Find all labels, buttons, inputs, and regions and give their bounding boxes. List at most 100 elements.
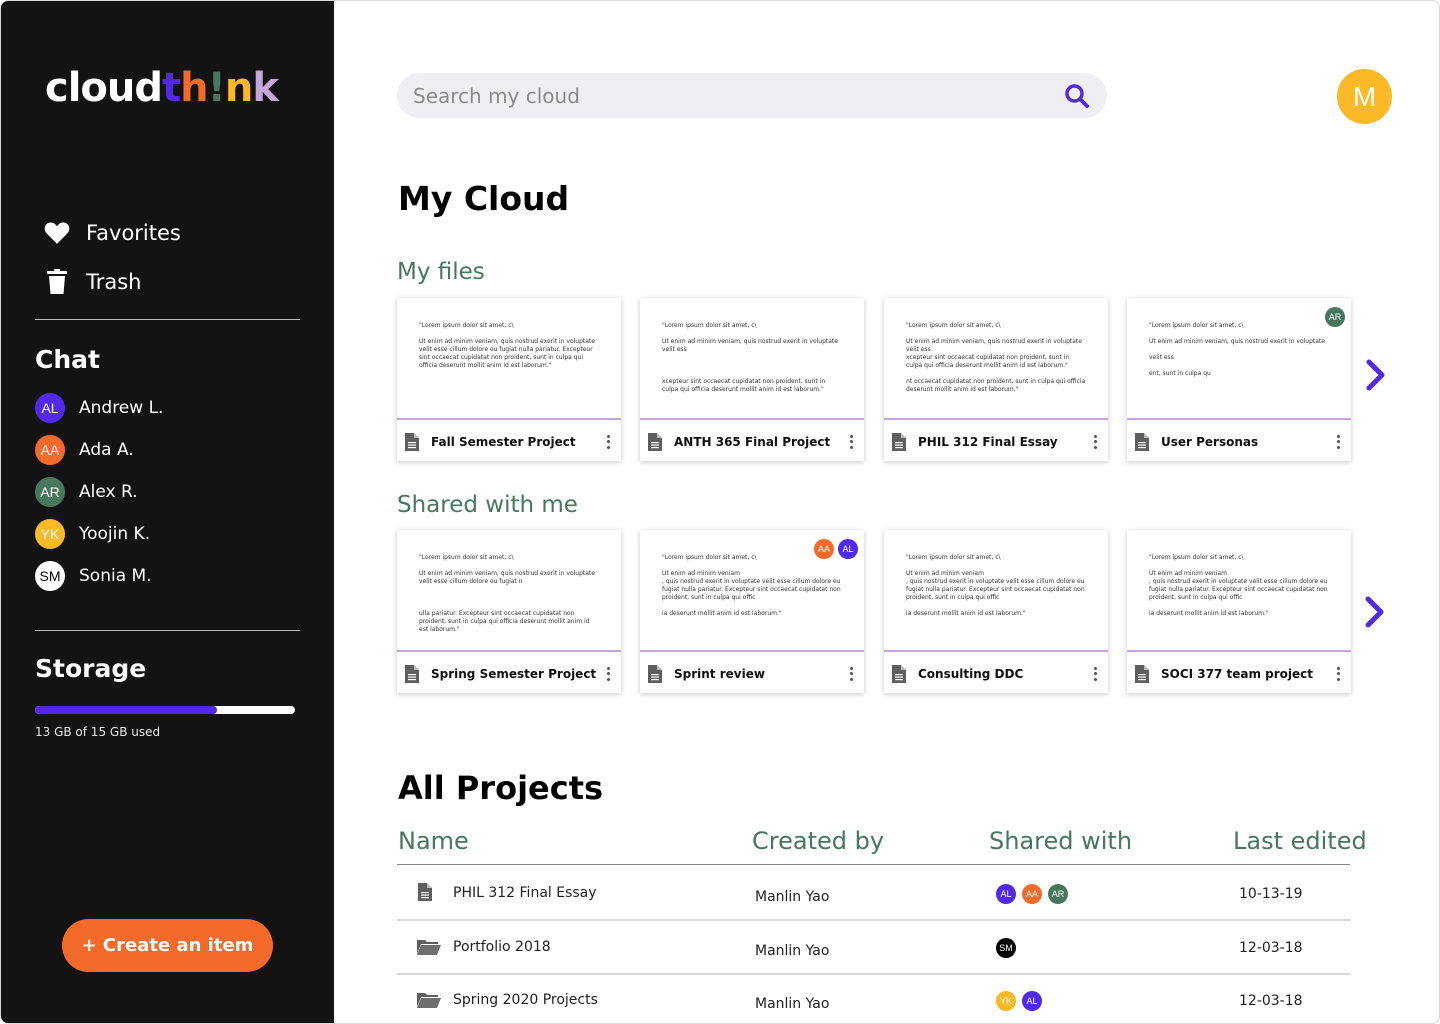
avatar: AR bbox=[1325, 307, 1345, 327]
file-name: ANTH 365 Final Project bbox=[674, 434, 831, 449]
chat-item[interactable]: AA Ada A. bbox=[35, 435, 134, 465]
search-icon[interactable] bbox=[1063, 82, 1091, 110]
preview-text: nt occaecat cupidatat non proident, sunt… bbox=[906, 378, 1086, 393]
chat-name: Yoojin K. bbox=[79, 524, 151, 544]
more-options-icon[interactable] bbox=[1333, 433, 1343, 451]
more-options-icon[interactable] bbox=[1333, 665, 1343, 683]
file-card-footer: Spring Semester Project bbox=[397, 654, 621, 693]
column-header-created-by[interactable]: Created by bbox=[752, 827, 884, 855]
avatar: AR bbox=[35, 477, 65, 507]
more-options-icon[interactable] bbox=[603, 433, 613, 451]
preview-text: "Lorem ipsum dolor sit amet, c\ bbox=[906, 322, 1001, 329]
app-window: cloudth!nk Favorites Trash Chat AL Andrew… bbox=[0, 0, 1440, 1024]
file-preview: "Lorem ipsum dolor sit amet, c\ Ut enim a… bbox=[397, 298, 621, 420]
file-preview: "Lorem ipsum dolor sit amet, c\ Ut enim a… bbox=[884, 298, 1108, 420]
file-card-footer: PHIL 312 Final Essay bbox=[884, 422, 1108, 461]
chat-item[interactable]: YK Yoojin K. bbox=[35, 519, 150, 549]
file-name: User Personas bbox=[1161, 434, 1259, 449]
avatar: YK bbox=[35, 519, 65, 549]
chat-name: Alex R. bbox=[79, 482, 138, 502]
logo-part: ! bbox=[207, 65, 226, 111]
file-card[interactable]: "Lorem ipsum dolor sit amet, c\ Ut enim a… bbox=[397, 298, 621, 461]
file-preview: "Lorem ipsum dolor sit amet, c\ Ut enim a… bbox=[640, 298, 864, 420]
preview-text: Ut enim ad minim veniam, quis nostrud ex… bbox=[419, 338, 595, 369]
preview-text: Ut enim ad minim veniam, quis nostrud ex… bbox=[1149, 338, 1325, 345]
preview-text: ent, sunt in culpa qu bbox=[1149, 370, 1211, 377]
file-card[interactable]: "Lorem ipsum dolor sit amet, c\ Ut enim a… bbox=[1127, 530, 1351, 693]
document-icon bbox=[648, 664, 662, 683]
file-card[interactable]: "Lorem ipsum dolor sit amet, c\ Ut enim a… bbox=[884, 530, 1108, 693]
chat-name: Andrew L. bbox=[79, 398, 164, 418]
file-preview: "Lorem ipsum dolor sit amet, c\ Ut enim a… bbox=[1127, 530, 1351, 652]
column-header-last-edited[interactable]: Last edited bbox=[1233, 827, 1367, 855]
file-card[interactable]: "Lorem ipsum dolor sit amet, c\ Ut enim a… bbox=[884, 298, 1108, 461]
created-by: Manlin Yao bbox=[755, 943, 830, 959]
more-options-icon[interactable] bbox=[846, 433, 856, 451]
sidebar-divider bbox=[35, 319, 300, 320]
document-icon bbox=[418, 883, 432, 905]
sidebar: cloudth!nk Favorites Trash Chat AL Andrew… bbox=[1, 1, 334, 1023]
file-card[interactable]: "Lorem ipsum dolor sit amet, c\ Ut enim a… bbox=[640, 530, 864, 693]
storage-progress-bar bbox=[35, 706, 295, 714]
storage-progress-fill bbox=[35, 706, 217, 714]
project-name: Spring 2020 Projects bbox=[453, 992, 598, 1008]
sidebar-item-trash[interactable]: Trash bbox=[43, 268, 142, 296]
column-header-shared-with[interactable]: Shared with bbox=[989, 827, 1132, 855]
document-icon bbox=[892, 664, 906, 683]
avatar: AA bbox=[814, 539, 834, 559]
chat-item[interactable]: SM Sonia M. bbox=[35, 561, 152, 591]
sidebar-divider bbox=[35, 630, 300, 631]
avatar: AA bbox=[1022, 884, 1042, 904]
last-edited: 12-03-18 bbox=[1239, 940, 1303, 956]
preview-text: Ut enim ad minim veniam , quis nostrud e… bbox=[1149, 570, 1328, 601]
file-card[interactable]: "Lorem ipsum dolor sit amet, c\ Ut enim a… bbox=[640, 298, 864, 461]
folder-icon bbox=[417, 939, 441, 959]
avatar: YK bbox=[996, 991, 1016, 1011]
preview-text bbox=[419, 594, 599, 602]
avatar: AA bbox=[35, 435, 65, 465]
chat-item[interactable]: AL Andrew L. bbox=[35, 393, 163, 423]
shared-avatars: SM bbox=[996, 938, 1016, 958]
avatar: AR bbox=[1048, 884, 1068, 904]
preview-text: "Lorem ipsum dolor sit amet, c\ bbox=[1149, 322, 1244, 329]
page-title: My Cloud bbox=[398, 179, 570, 218]
created-by: Manlin Yao bbox=[755, 889, 830, 905]
file-name: Consulting DDC bbox=[918, 666, 1024, 681]
shared-avatars: AL AA AR bbox=[996, 884, 1068, 904]
search-input[interactable] bbox=[413, 83, 1063, 108]
shared-files-next-arrow[interactable] bbox=[1363, 595, 1387, 629]
more-options-icon[interactable] bbox=[1090, 433, 1100, 451]
table-header-divider bbox=[397, 864, 1350, 865]
preview-text: "Lorem ipsum dolor sit amet, c\ bbox=[906, 554, 1001, 561]
preview-text: velit ess bbox=[1149, 354, 1174, 361]
preview-text: ia deserunt mollit anim id est laborum." bbox=[906, 610, 1026, 617]
document-icon bbox=[648, 432, 662, 451]
document-icon bbox=[405, 432, 419, 451]
preview-text: "Lorem ipsum dolor sit amet, c\ bbox=[1149, 554, 1244, 561]
file-card[interactable]: "Lorem ipsum dolor sit amet, c\ Ut enim a… bbox=[1127, 298, 1351, 461]
document-icon bbox=[1135, 432, 1149, 451]
user-avatar[interactable]: M bbox=[1337, 69, 1392, 124]
storage-text: 13 GB of 15 GB used bbox=[35, 725, 161, 739]
my-files-next-arrow[interactable] bbox=[1364, 358, 1388, 392]
sidebar-item-favorites[interactable]: Favorites bbox=[43, 219, 181, 247]
avatar: AL bbox=[35, 393, 65, 423]
column-header-name[interactable]: Name bbox=[398, 827, 469, 855]
last-edited: 12-03-18 bbox=[1239, 993, 1303, 1009]
more-options-icon[interactable] bbox=[1090, 665, 1100, 683]
logo-part: h bbox=[180, 65, 209, 111]
last-edited: 10-13-19 bbox=[1239, 886, 1303, 902]
more-options-icon[interactable] bbox=[603, 665, 613, 683]
file-name: PHIL 312 Final Essay bbox=[918, 434, 1058, 449]
avatar: AL bbox=[1022, 991, 1042, 1011]
more-options-icon[interactable] bbox=[846, 665, 856, 683]
file-card[interactable]: "Lorem ipsum dolor sit amet, c\ Ut enim a… bbox=[397, 530, 621, 693]
chat-item[interactable]: AR Alex R. bbox=[35, 477, 138, 507]
file-card-footer: Sprint review bbox=[640, 654, 864, 693]
heart-icon bbox=[43, 219, 71, 247]
preview-text: ulla pariatur. Excepteur sint occaecat c… bbox=[419, 610, 590, 633]
preview-text: ia deserunt mollit anim id est laborum." bbox=[1149, 610, 1269, 617]
create-item-button[interactable]: + Create an item bbox=[62, 919, 273, 972]
logo: cloudth!nk bbox=[45, 63, 279, 113]
file-card-footer: SOCI 377 team project bbox=[1127, 654, 1351, 693]
